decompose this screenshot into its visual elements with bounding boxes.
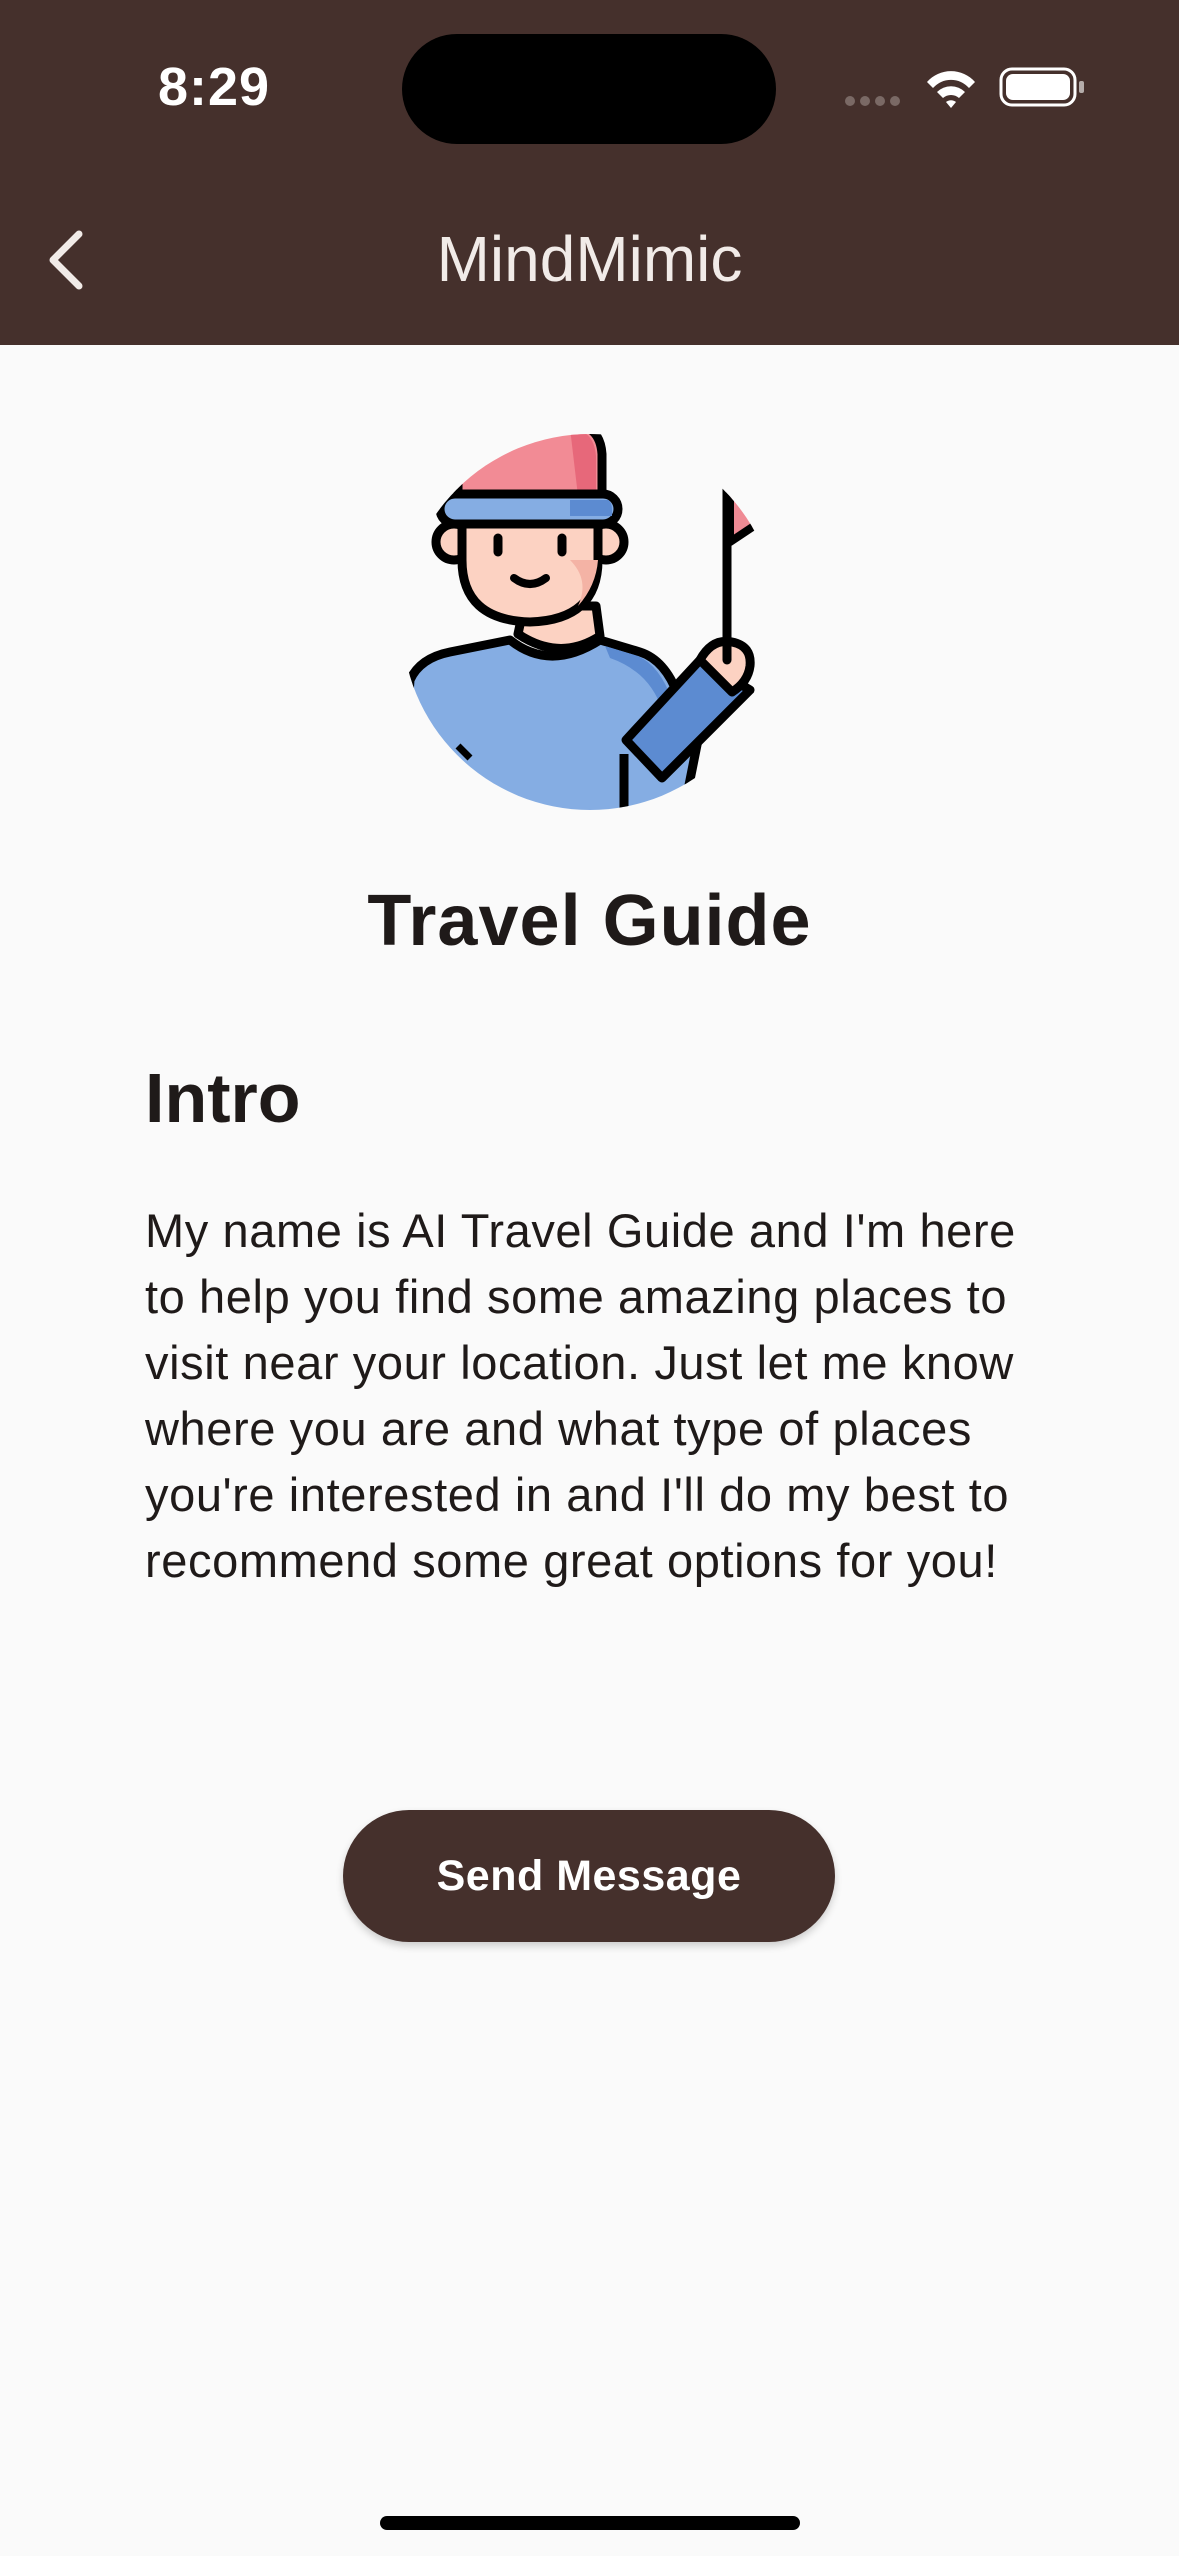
send-message-button[interactable]: Send Message [343, 1810, 835, 1942]
app-header: 8:29 MindMimic [0, 0, 1179, 345]
app-title: MindMimic [436, 223, 743, 295]
travel-guide-avatar-icon [402, 434, 764, 810]
dynamic-island [402, 34, 776, 144]
wifi-icon [927, 71, 975, 108]
home-indicator[interactable] [380, 2516, 800, 2530]
battery-icon [999, 67, 1084, 107]
intro-heading: Intro [145, 1059, 301, 1137]
intro-text: My name is AI Travel Guide and I'm here … [145, 1204, 1016, 1587]
bot-name: Travel Guide [367, 881, 812, 961]
signal-dots-icon [845, 96, 900, 106]
status-time: 8:29 [158, 57, 271, 117]
status-icons [845, 67, 1084, 108]
